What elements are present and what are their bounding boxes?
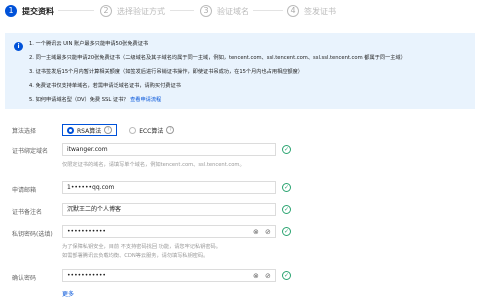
algo-radio-group: RSA算法 ? ECC算法 ? xyxy=(62,124,186,136)
confirm-label: 确认密码 xyxy=(12,275,37,282)
step-number: 1 xyxy=(5,5,17,17)
notice-box: i 1. 一个腾讯云 UIN 账户最多只能申请50张免费证书 2. 同一主域最多… xyxy=(5,33,475,109)
step-connector xyxy=(58,10,94,11)
confirm-input-wrap[interactable]: ••••••••••• ⊗ ⊘ xyxy=(62,269,276,282)
notice-line: 2. 同一主域最多只能申请20张免费证书（二级域名及其子域名均属于同一主域，例如… xyxy=(29,55,406,61)
step-2: 2 选择验证方式 xyxy=(100,4,165,18)
check-circle-icon: ✓ xyxy=(282,145,291,154)
domain-label: 证书绑定域名 xyxy=(12,148,49,155)
email-label: 申请邮箱 xyxy=(12,187,37,194)
rsa-label: RSA算法 xyxy=(77,127,102,135)
pwd-label: 私钥密码(选填) xyxy=(12,231,53,238)
notice-line: 4. 免费证书仅支持单域名，若需申请泛域名证书，请购买付费证书 xyxy=(29,83,181,89)
notice-line-5: 5. 如何申请域名型（DV）免费 SSL 证书？ 查看申请流程 xyxy=(29,96,161,103)
step-4: 4 签发证书 xyxy=(287,4,336,18)
step-number: 3 xyxy=(200,5,212,17)
check-circle-icon: ✓ xyxy=(282,227,291,236)
step-number: 2 xyxy=(100,5,112,17)
domain-input[interactable]: itwanger.com xyxy=(62,143,276,156)
step-number: 4 xyxy=(287,5,299,17)
remark-label: 证书备注名 xyxy=(12,209,43,216)
rsa-radio[interactable]: RSA算法 ? xyxy=(62,124,118,136)
step-connector xyxy=(170,10,194,11)
notice-line: 1. 一个腾讯云 UIN 账户最多只能申请50张免费证书 xyxy=(29,41,149,47)
notice-line-text: 5. 如何申请域名型（DV）免费 SSL 证书？ xyxy=(29,97,129,103)
radio-dot-icon xyxy=(67,126,74,134)
more-link[interactable]: 更多 xyxy=(62,289,74,298)
clear-icon[interactable]: ⊗ xyxy=(253,227,259,237)
eye-off-icon[interactable]: ⊘ xyxy=(265,271,271,281)
ecc-radio[interactable]: ECC算法 ? xyxy=(125,124,178,136)
step-label: 提交资料 xyxy=(22,6,54,16)
pwd-input-wrap[interactable]: ••••••••••• ⊗ ⊘ xyxy=(62,225,276,238)
clear-icon[interactable]: ⊗ xyxy=(253,271,259,281)
check-circle-icon: ✓ xyxy=(282,205,291,214)
info-icon: i xyxy=(14,42,23,51)
step-1: 1 提交资料 xyxy=(5,4,54,18)
help-icon[interactable]: ? xyxy=(166,126,175,134)
remark-input[interactable]: 沉默王二的个人博客 xyxy=(62,203,276,216)
check-circle-icon: ✓ xyxy=(282,183,291,192)
ecc-label: ECC算法 xyxy=(139,127,164,135)
check-circle-icon: ✓ xyxy=(282,271,291,280)
eye-off-icon[interactable]: ⊘ xyxy=(265,227,271,237)
email-input[interactable]: 1••••••qq.com xyxy=(62,181,276,194)
apply-process-link[interactable]: 查看申请流程 xyxy=(130,97,161,103)
step-indicator: 1 提交资料 2 选择验证方式 3 验证域名 4 签发证书 xyxy=(0,0,480,24)
step-3: 3 验证域名 xyxy=(200,4,249,18)
help-icon[interactable]: ? xyxy=(104,126,113,134)
pwd-hint-1: 为了保障私钥安全，目前 不支持密码找回 功能，请您牢记私钥密码。 xyxy=(62,244,221,250)
step-label: 选择验证方式 xyxy=(117,6,165,16)
step-label: 签发证书 xyxy=(304,6,336,16)
pwd-hint-2: 如需部署腾讯云负载均衡、CDN等云服务，请勿填写私钥密码。 xyxy=(62,253,209,259)
step-label: 验证域名 xyxy=(217,6,249,16)
radio-dot-icon xyxy=(129,126,137,134)
confirm-input[interactable]: ••••••••••• xyxy=(67,272,106,279)
pwd-input[interactable]: ••••••••••• xyxy=(67,228,106,235)
domain-hint: 仅限定证书的域名，请填写单个域名，例如tencent.com、ssl.tence… xyxy=(62,162,245,168)
notice-line: 3. 证书签发后15个月内暂计算相关额度（如签发后进行吊销证书操作，即使证书吊成… xyxy=(29,69,303,75)
algo-label: 算法选择 xyxy=(12,128,37,135)
step-connector xyxy=(253,10,283,11)
